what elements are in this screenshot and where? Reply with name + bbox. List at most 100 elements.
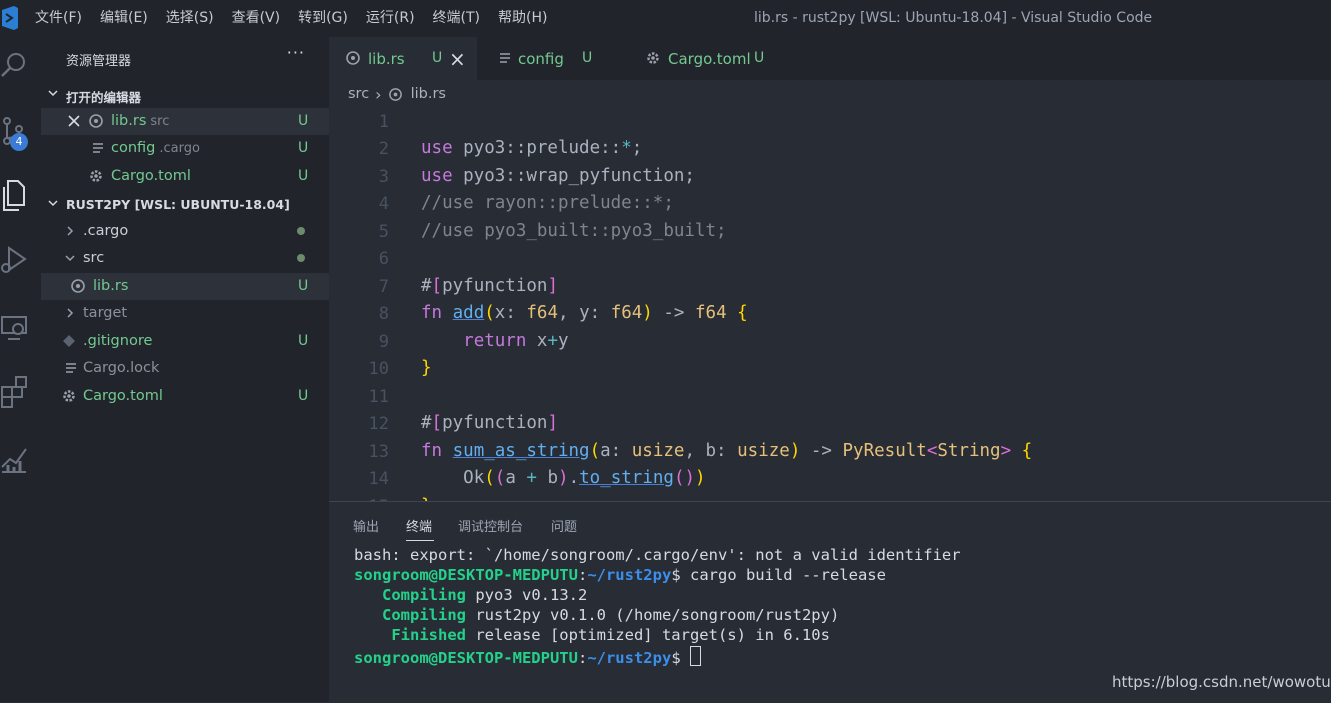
modified-dot	[297, 254, 305, 262]
tree-item-cargo-dir[interactable]: .cargo	[41, 218, 329, 245]
tree-item-label: .cargo	[83, 223, 129, 239]
tab-cargo-toml[interactable]: Cargo.toml U	[629, 37, 801, 80]
terminal-prompt-line[interactable]: songroom@DESKTOP-MEDPUTU:~/rust2py$	[354, 646, 701, 667]
line-number: 13	[368, 442, 389, 462]
tree-item-label: lib.rs	[93, 278, 129, 294]
menu-edit[interactable]: 编辑(E)	[91, 0, 157, 37]
prompt-colon: :	[577, 649, 588, 667]
open-editor-config[interactable]: config .cargo U	[41, 135, 329, 162]
code-line: #[pyfunction]	[421, 276, 558, 296]
stats-icon[interactable]	[0, 439, 30, 475]
tab-output[interactable]: 输出	[353, 516, 379, 535]
git-status-badge: U	[298, 113, 309, 129]
tab-label: config	[518, 50, 564, 68]
rust-file-icon	[388, 87, 402, 101]
tree-item-label: Cargo.toml	[83, 388, 163, 404]
prompt-user: songroom@DESKTOP-MEDPUTU	[354, 566, 578, 584]
tree-item-cargo-toml[interactable]: Cargo.toml U	[41, 383, 329, 410]
chevron-down-icon	[48, 90, 58, 97]
line-number: 8	[378, 304, 389, 324]
menu-help[interactable]: 帮助(H)	[489, 0, 556, 37]
tab-problems[interactable]: 问题	[551, 516, 577, 535]
git-file-icon	[63, 335, 75, 347]
line-number: 14	[368, 469, 389, 489]
tree-item-gitignore[interactable]: .gitignore U	[41, 328, 329, 355]
menu-view[interactable]: 查看(V)	[223, 0, 290, 37]
window-title: lib.rs - rust2py [WSL: Ubuntu-18.04] - V…	[754, 10, 1153, 26]
extensions-icon[interactable]	[0, 373, 30, 409]
editor-tab-bar: lib.rs U × config U Cargo.toml U	[329, 37, 1331, 80]
terminal-line: songroom@DESKTOP-MEDPUTU:~/rust2py$ carg…	[354, 566, 886, 584]
sidebar-title: 资源管理器	[66, 54, 132, 69]
prompt-user: songroom@DESKTOP-MEDPUTU	[354, 649, 578, 667]
chevron-down-icon	[65, 255, 75, 262]
chevron-right-icon	[67, 308, 74, 318]
source-control-badge: 4	[10, 133, 28, 151]
git-status-badge: U	[298, 140, 309, 156]
tab-git-status: U	[582, 50, 593, 66]
explorer-icon[interactable]	[0, 177, 30, 213]
terminal-line: Finished release [optimized] target(s) i…	[354, 626, 830, 644]
menu-file[interactable]: 文件(F)	[26, 0, 91, 37]
open-editors-header[interactable]: 打开的编辑器	[41, 82, 329, 108]
tab-debug-console[interactable]: 调试控制台	[458, 516, 523, 535]
tab-terminal[interactable]: 终端	[406, 516, 432, 535]
tree-item-cargo-lock[interactable]: Cargo.lock	[41, 355, 329, 382]
gear-icon	[647, 52, 659, 64]
prompt-colon: :	[577, 566, 588, 584]
remote-explorer-icon[interactable]	[0, 309, 30, 345]
tree-item-label: Cargo.lock	[83, 360, 160, 376]
open-editor-lib-rs[interactable]: lib.rs src U	[41, 108, 329, 135]
tab-label: Cargo.toml	[668, 50, 751, 68]
explorer-sidebar: 资源管理器 ··· 打开的编辑器 lib.rs src U config .carg…	[41, 37, 329, 702]
tree-item-label: target	[83, 305, 128, 321]
workspace-header[interactable]: RUST2PY [WSL: UBUNTU-18.04]	[41, 192, 329, 218]
open-editor-name: Cargo.toml	[111, 168, 191, 184]
search-icon[interactable]	[0, 47, 30, 83]
tree-item-lib-rs[interactable]: lib.rs U	[41, 273, 329, 300]
text-file-icon	[66, 363, 76, 373]
code-line: fn sum_as_string(a: usize, b: usize) -> …	[421, 441, 1033, 461]
tab-label: lib.rs	[368, 50, 405, 68]
tree-item-src-dir[interactable]: src	[41, 245, 329, 272]
code-line: Ok((a + b).to_string())	[463, 468, 706, 488]
cargo-message: rust2py v0.1.0 (/home/songroom/rust2py)	[466, 606, 840, 624]
code-line: #[pyfunction]	[421, 413, 558, 433]
chevron-right-icon	[67, 226, 74, 236]
active-tab-indicator	[406, 540, 434, 541]
prompt-dollar: $	[671, 566, 681, 584]
tab-lib-rs[interactable]: lib.rs U ×	[329, 37, 477, 80]
open-editor-name: config .cargo	[111, 140, 200, 156]
code-line: use pyo3::wrap_pyfunction;	[421, 166, 695, 186]
breadcrumb-file[interactable]: lib.rs	[411, 86, 446, 102]
line-number: 2	[378, 139, 389, 159]
rust-file-icon	[71, 279, 85, 293]
activity-bar: 4	[0, 37, 41, 702]
run-debug-icon[interactable]	[0, 243, 30, 279]
git-status-badge: U	[298, 333, 309, 349]
chevron-right-icon: ›	[375, 84, 382, 104]
open-editors-label: 打开的编辑器	[66, 90, 142, 105]
code-comment-line: //use pyo3_built::pyo3_built;	[421, 221, 727, 241]
menu-run[interactable]: 运行(R)	[357, 0, 424, 37]
tree-item-target-dir[interactable]: target	[41, 300, 329, 327]
open-editor-dir: src	[150, 114, 170, 129]
breadcrumb-folder[interactable]: src	[348, 86, 369, 102]
gear-icon	[63, 390, 75, 402]
code-editor[interactable]: 1 2 3 4 5 6 7 8 9 10 11 12 13 14 15 use …	[329, 108, 1331, 501]
code-comment-line: //use rayon::prelude::*;	[421, 193, 674, 213]
prompt-path: ~/rust2py	[587, 566, 672, 584]
close-icon[interactable]: ×	[449, 47, 466, 71]
tab-config[interactable]: config U	[478, 37, 628, 80]
more-actions-icon[interactable]: ···	[287, 43, 305, 62]
line-number: 1	[378, 112, 389, 132]
menu-go[interactable]: 转到(G)	[289, 0, 357, 37]
menu-selection[interactable]: 选择(S)	[157, 0, 223, 37]
git-status-badge: U	[298, 168, 309, 184]
close-icon[interactable]	[66, 113, 82, 129]
open-editor-dir: .cargo	[159, 141, 200, 156]
breadcrumb: src › lib.rs	[348, 84, 446, 104]
menu-terminal[interactable]: 终端(T)	[424, 0, 489, 37]
open-editor-cargo-toml[interactable]: Cargo.toml U	[41, 163, 329, 190]
cargo-status: Compiling	[382, 606, 466, 624]
